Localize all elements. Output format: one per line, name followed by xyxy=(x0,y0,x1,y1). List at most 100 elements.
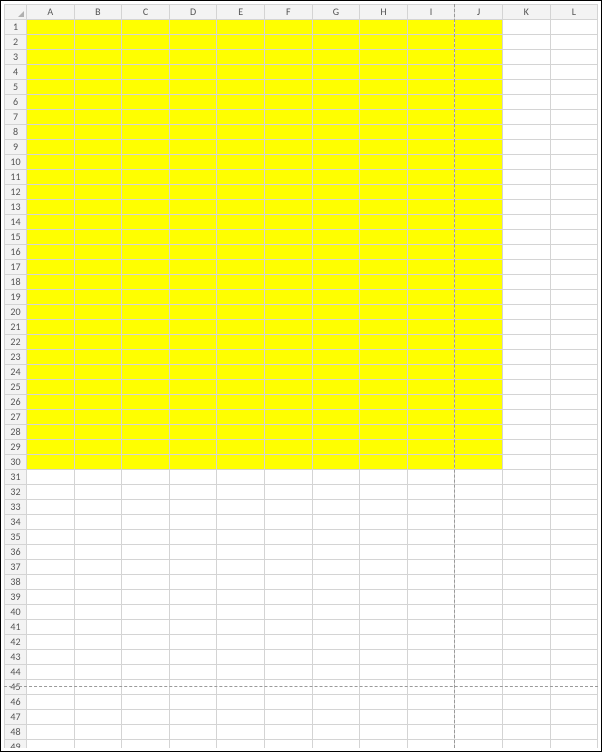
cell-J18[interactable] xyxy=(455,275,503,290)
cell-J2[interactable] xyxy=(455,35,503,50)
cell-C3[interactable] xyxy=(122,50,170,65)
cell-J49[interactable] xyxy=(455,740,503,749)
cell-F33[interactable] xyxy=(264,500,312,515)
cell-H33[interactable] xyxy=(360,500,408,515)
cell-I38[interactable] xyxy=(407,575,455,590)
cell-K3[interactable] xyxy=(502,50,550,65)
cell-A38[interactable] xyxy=(27,575,75,590)
cell-A41[interactable] xyxy=(27,620,75,635)
cell-H23[interactable] xyxy=(360,350,408,365)
cell-L23[interactable] xyxy=(550,350,598,365)
cell-E29[interactable] xyxy=(217,440,265,455)
cell-D45[interactable] xyxy=(169,680,217,695)
cell-C41[interactable] xyxy=(122,620,170,635)
cell-C38[interactable] xyxy=(122,575,170,590)
cell-L17[interactable] xyxy=(550,260,598,275)
cell-D25[interactable] xyxy=(169,380,217,395)
cell-I2[interactable] xyxy=(407,35,455,50)
cell-J5[interactable] xyxy=(455,80,503,95)
cell-G28[interactable] xyxy=(312,425,360,440)
cell-D3[interactable] xyxy=(169,50,217,65)
column-header-b[interactable]: B xyxy=(74,5,122,20)
row-header-5[interactable]: 5 xyxy=(5,80,27,95)
cell-C16[interactable] xyxy=(122,245,170,260)
cell-A27[interactable] xyxy=(27,410,75,425)
cell-J9[interactable] xyxy=(455,140,503,155)
cell-G29[interactable] xyxy=(312,440,360,455)
cell-J44[interactable] xyxy=(455,665,503,680)
cell-K47[interactable] xyxy=(502,710,550,725)
cell-J21[interactable] xyxy=(455,320,503,335)
cell-L31[interactable] xyxy=(550,470,598,485)
cell-A26[interactable] xyxy=(27,395,75,410)
row-header-2[interactable]: 2 xyxy=(5,35,27,50)
cell-F40[interactable] xyxy=(264,605,312,620)
cell-C49[interactable] xyxy=(122,740,170,749)
cell-F2[interactable] xyxy=(264,35,312,50)
cell-H13[interactable] xyxy=(360,200,408,215)
cell-K25[interactable] xyxy=(502,380,550,395)
cell-L29[interactable] xyxy=(550,440,598,455)
cell-E26[interactable] xyxy=(217,395,265,410)
cell-D19[interactable] xyxy=(169,290,217,305)
cell-L42[interactable] xyxy=(550,635,598,650)
cell-H4[interactable] xyxy=(360,65,408,80)
cell-K21[interactable] xyxy=(502,320,550,335)
cell-E44[interactable] xyxy=(217,665,265,680)
cell-G4[interactable] xyxy=(312,65,360,80)
cell-I44[interactable] xyxy=(407,665,455,680)
cell-D26[interactable] xyxy=(169,395,217,410)
cell-B23[interactable] xyxy=(74,350,122,365)
cell-L37[interactable] xyxy=(550,560,598,575)
cell-F1[interactable] xyxy=(264,20,312,35)
cell-C28[interactable] xyxy=(122,425,170,440)
cell-L25[interactable] xyxy=(550,380,598,395)
cell-C15[interactable] xyxy=(122,230,170,245)
cell-L30[interactable] xyxy=(550,455,598,470)
cell-J15[interactable] xyxy=(455,230,503,245)
cell-E23[interactable] xyxy=(217,350,265,365)
cell-A13[interactable] xyxy=(27,200,75,215)
cell-E32[interactable] xyxy=(217,485,265,500)
cell-K39[interactable] xyxy=(502,590,550,605)
row-header-16[interactable]: 16 xyxy=(5,245,27,260)
cell-K42[interactable] xyxy=(502,635,550,650)
cell-K27[interactable] xyxy=(502,410,550,425)
row-header-3[interactable]: 3 xyxy=(5,50,27,65)
cell-B45[interactable] xyxy=(74,680,122,695)
cell-E38[interactable] xyxy=(217,575,265,590)
cell-B13[interactable] xyxy=(74,200,122,215)
cell-H6[interactable] xyxy=(360,95,408,110)
cell-A23[interactable] xyxy=(27,350,75,365)
cell-E31[interactable] xyxy=(217,470,265,485)
cell-E39[interactable] xyxy=(217,590,265,605)
cell-J29[interactable] xyxy=(455,440,503,455)
cell-H42[interactable] xyxy=(360,635,408,650)
cell-B5[interactable] xyxy=(74,80,122,95)
cell-F34[interactable] xyxy=(264,515,312,530)
cell-D18[interactable] xyxy=(169,275,217,290)
cell-B46[interactable] xyxy=(74,695,122,710)
column-header-k[interactable]: K xyxy=(502,5,550,20)
cell-B32[interactable] xyxy=(74,485,122,500)
cell-I15[interactable] xyxy=(407,230,455,245)
cell-D10[interactable] xyxy=(169,155,217,170)
row-header-10[interactable]: 10 xyxy=(5,155,27,170)
cell-E19[interactable] xyxy=(217,290,265,305)
row-header-24[interactable]: 24 xyxy=(5,365,27,380)
cell-I18[interactable] xyxy=(407,275,455,290)
cell-C48[interactable] xyxy=(122,725,170,740)
cell-G41[interactable] xyxy=(312,620,360,635)
cell-K19[interactable] xyxy=(502,290,550,305)
cell-K23[interactable] xyxy=(502,350,550,365)
cell-L8[interactable] xyxy=(550,125,598,140)
cell-L22[interactable] xyxy=(550,335,598,350)
cell-A46[interactable] xyxy=(27,695,75,710)
cell-A8[interactable] xyxy=(27,125,75,140)
cell-F18[interactable] xyxy=(264,275,312,290)
cell-I42[interactable] xyxy=(407,635,455,650)
cell-E1[interactable] xyxy=(217,20,265,35)
cell-D39[interactable] xyxy=(169,590,217,605)
row-header-35[interactable]: 35 xyxy=(5,530,27,545)
row-header-13[interactable]: 13 xyxy=(5,200,27,215)
